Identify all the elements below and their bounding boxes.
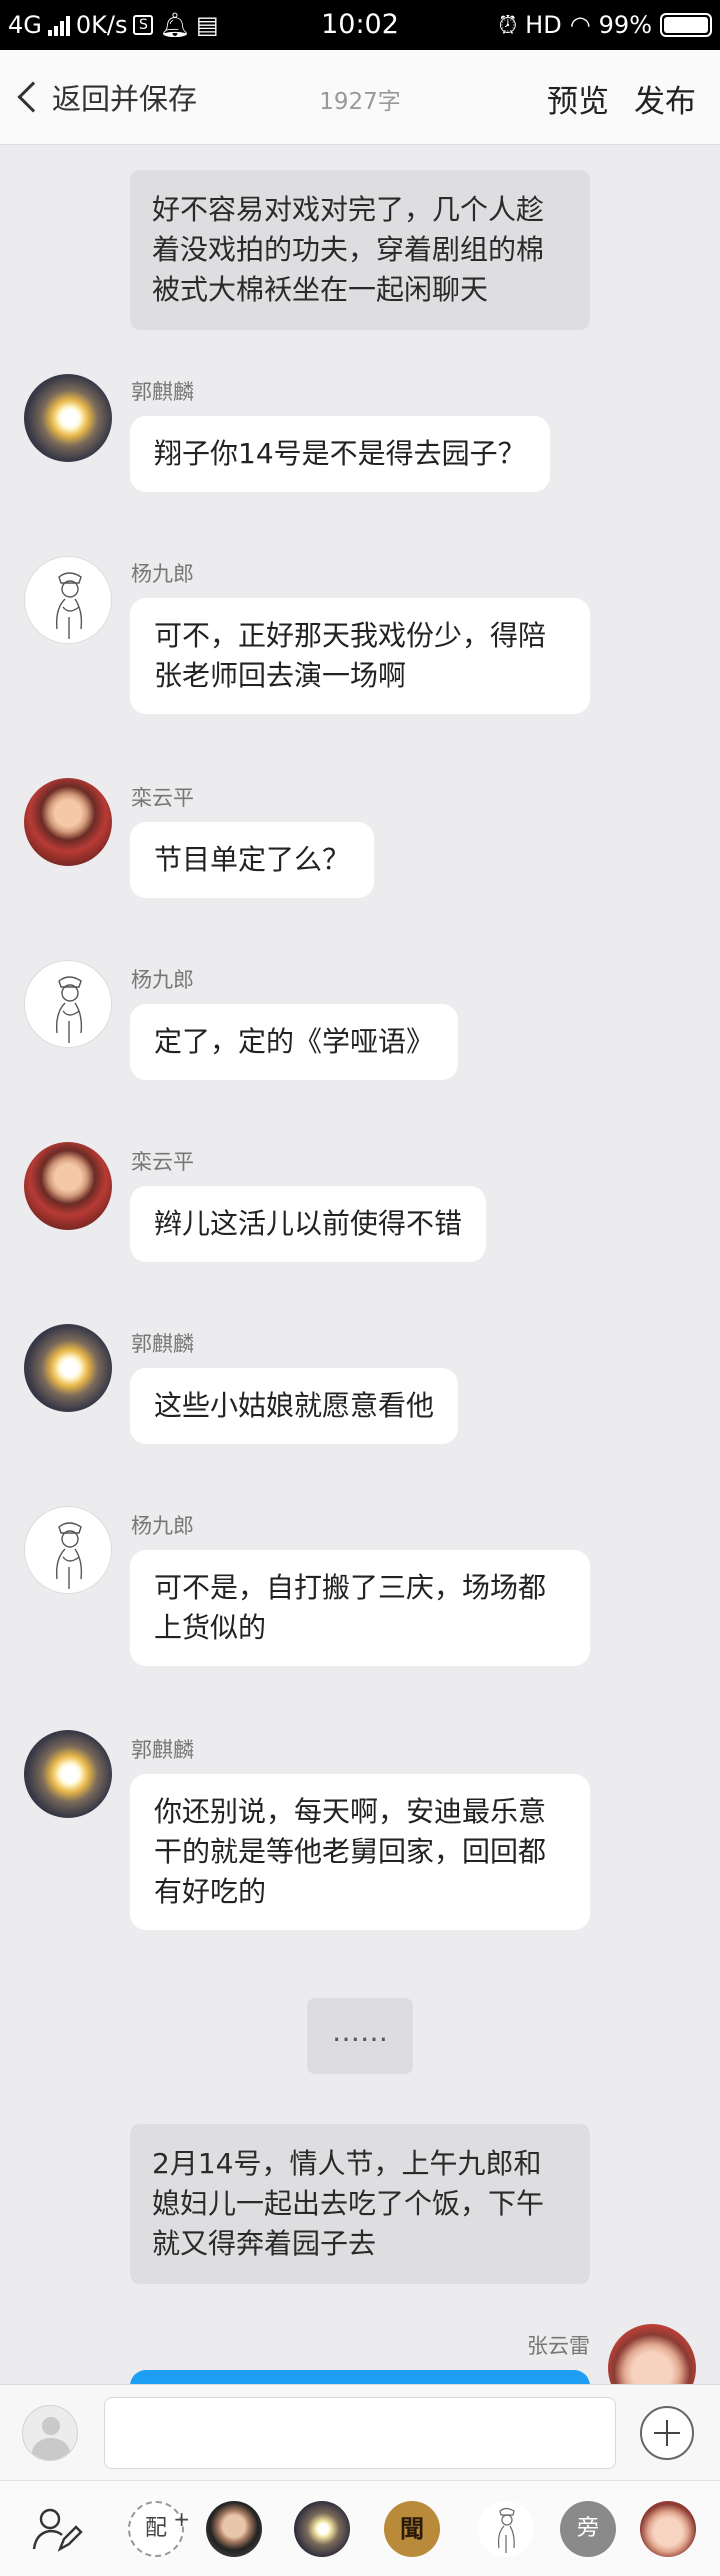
sketch-figure-icon bbox=[55, 572, 83, 639]
role-avatar-c[interactable]: 聞 bbox=[384, 2501, 440, 2557]
status-right: ⏰︎ HD ◠ 99% bbox=[498, 10, 712, 40]
avatar-yang-jiulang[interactable] bbox=[24, 1506, 112, 1594]
speaker-name: 郭麒麟 bbox=[131, 1738, 194, 1762]
back-label: 返回并保存 bbox=[52, 82, 198, 116]
role-avatar-a[interactable] bbox=[206, 2501, 262, 2557]
battery-percent: 99% bbox=[598, 11, 652, 39]
publish-button[interactable]: 发布 bbox=[634, 76, 696, 121]
input-bar bbox=[0, 2384, 720, 2480]
conversation-area[interactable]: 好不容易对戏对完了，几个人趁着没戏拍的功夫，穿着剧组的棉被式大棉袄坐在一起闲聊天… bbox=[0, 146, 720, 2384]
avatar-yang-jiulang[interactable] bbox=[24, 556, 112, 644]
speaker-name: 杨九郎 bbox=[131, 1514, 194, 1538]
message-bubble[interactable]: 辫儿这活儿以前使得不错 bbox=[130, 1186, 487, 1262]
person-edit-icon bbox=[32, 2508, 83, 2552]
avatar-luan-yunping[interactable] bbox=[24, 1142, 112, 1230]
battery-icon bbox=[660, 13, 712, 37]
add-dub-role-button[interactable]: 配 + bbox=[128, 2501, 190, 2557]
preview-button[interactable]: 预览 bbox=[547, 76, 609, 121]
message-bubble[interactable]: 节目单定了么？ bbox=[130, 822, 375, 898]
header-bar: 返回并保存 1927字 预览 发布 bbox=[0, 50, 720, 145]
message-bubble[interactable]: 你还别说，每天啊，安迪最乐意干的就是等他老舅回家，回回都有好吃的 bbox=[130, 1774, 590, 1930]
narrator-label: 旁 bbox=[576, 2516, 599, 2541]
avatar-yang-jiulang[interactable] bbox=[24, 960, 112, 1048]
add-button[interactable] bbox=[640, 2406, 694, 2460]
narrator-role-button[interactable]: 旁 bbox=[560, 2501, 616, 2557]
message-bubble[interactable]: 可不，正好那天我戏份少，得陪张老师回去演一场啊 bbox=[130, 598, 590, 714]
current-role-avatar[interactable] bbox=[22, 2405, 78, 2461]
role-c-glyph: 聞 bbox=[400, 2515, 424, 2543]
message-bubble[interactable]: 可不是，自打搬了三庆，场场都上货似的 bbox=[130, 1550, 590, 1666]
message-bubble[interactable]: 翔子你14号是不是得去园子？ bbox=[130, 416, 550, 492]
message-bubble[interactable]: 定了，定的《学哑语》 bbox=[130, 1004, 459, 1080]
message-bubble[interactable]: 这些小姑娘就愿意看他 bbox=[130, 1368, 459, 1444]
user-body-icon bbox=[32, 2438, 70, 2460]
collapsed-messages-button[interactable]: …… bbox=[307, 1998, 413, 2074]
avatar-guo-qilin[interactable] bbox=[24, 1730, 112, 1818]
speaker-name: 栾云平 bbox=[131, 1150, 194, 1174]
message-bubble-self[interactable] bbox=[130, 2370, 590, 2384]
avatar-zhang-yunlei[interactable] bbox=[608, 2324, 696, 2384]
sketch-figure-icon bbox=[55, 1522, 83, 1589]
alarm-icon: ⏰︎ bbox=[498, 11, 518, 39]
role-avatar-d[interactable] bbox=[478, 2501, 534, 2557]
user-head-icon bbox=[42, 2417, 60, 2435]
dub-label: 配 bbox=[144, 2516, 167, 2541]
avatar-guo-qilin[interactable] bbox=[24, 1324, 112, 1412]
speaker-name: 杨九郎 bbox=[131, 562, 194, 586]
speaker-name: 郭麒麟 bbox=[131, 1332, 194, 1356]
battery-level bbox=[664, 17, 708, 33]
sketch-figure-icon bbox=[497, 2507, 515, 2553]
speaker-name: 杨九郎 bbox=[131, 968, 194, 992]
sketch-figure-icon bbox=[55, 976, 83, 1043]
speaker-name: 栾云平 bbox=[131, 786, 194, 810]
hd-label: HD bbox=[525, 11, 562, 39]
avatar-guo-qilin[interactable] bbox=[24, 374, 112, 462]
edit-role-button[interactable] bbox=[28, 2501, 84, 2557]
speaker-name: 郭麒麟 bbox=[131, 380, 194, 404]
narration-block[interactable]: 2月14号，情人节，上午九郎和媳妇儿一起出去吃了个饭，下午就又得奔着园子去 bbox=[130, 2124, 590, 2284]
status-bar: 4G 0K/s S 🔔︎ ▤ 10:02 ⏰︎ HD ◠ 99% bbox=[0, 0, 720, 50]
speaker-name-right: 张云雷 bbox=[527, 2334, 590, 2358]
avatar-luan-yunping[interactable] bbox=[24, 778, 112, 866]
role-bar: 配 + 聞 旁 bbox=[0, 2480, 720, 2576]
narration-block[interactable]: 好不容易对戏对完了，几个人趁着没戏拍的功夫，穿着剧组的棉被式大棉袄坐在一起闲聊天 bbox=[130, 170, 590, 330]
chevron-left-icon bbox=[17, 81, 49, 113]
back-button[interactable]: 返回并保存 bbox=[14, 74, 197, 120]
wifi-icon: ◠ bbox=[569, 11, 591, 39]
message-input[interactable] bbox=[104, 2397, 616, 2469]
role-avatar-f[interactable] bbox=[640, 2501, 696, 2557]
role-avatar-b[interactable] bbox=[294, 2501, 350, 2557]
dub-plus-icon: + bbox=[173, 2507, 190, 2531]
